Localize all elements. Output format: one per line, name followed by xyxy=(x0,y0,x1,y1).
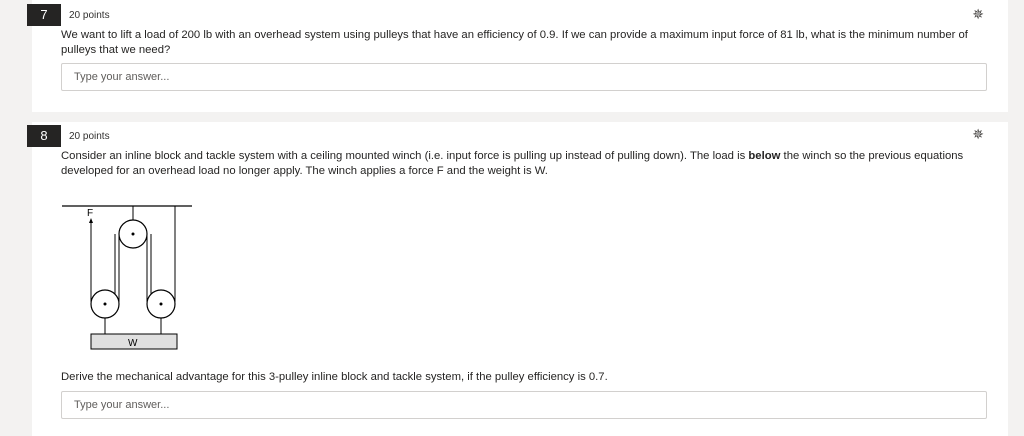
answer-input[interactable] xyxy=(61,63,987,91)
pulley-axle xyxy=(131,232,135,236)
answer-input[interactable] xyxy=(61,391,987,419)
question-text: Consider an inline block and tackle syst… xyxy=(61,149,981,179)
question-text-part: Consider an inline block and tackle syst… xyxy=(61,150,749,162)
question-text: We want to lift a load of 200 lb with an… xyxy=(61,29,968,56)
question-points: 20 points xyxy=(69,10,110,21)
question-points: 20 points xyxy=(69,131,110,142)
force-label: F xyxy=(87,208,93,219)
question-prompt: Derive the mechanical advantage for this… xyxy=(61,371,608,383)
pulley-axle xyxy=(159,302,163,306)
question-number-badge: 7 xyxy=(27,4,61,26)
question-separator xyxy=(32,112,1008,122)
pin-icon[interactable]: ✵ xyxy=(972,126,984,143)
pin-icon[interactable]: ✵ xyxy=(972,6,984,23)
pulley-diagram: F W xyxy=(62,205,192,350)
pulley-axle xyxy=(103,302,107,306)
question-text-bold: below xyxy=(748,150,781,162)
question-number-badge: 8 xyxy=(27,125,61,147)
weight-label: W xyxy=(128,338,138,349)
